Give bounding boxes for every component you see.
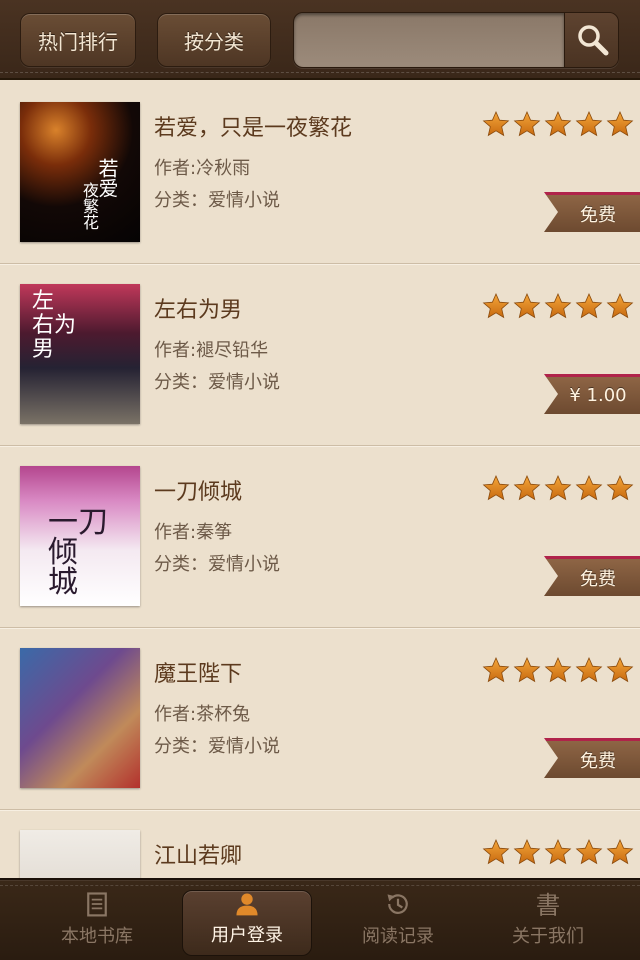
book-title: 魔王陛下 xyxy=(154,662,243,687)
star-icon xyxy=(513,110,541,138)
star-icon xyxy=(482,292,510,320)
search-button[interactable] xyxy=(564,13,618,67)
star-icon xyxy=(575,656,603,684)
tab-label: 阅读记录 xyxy=(362,926,434,947)
book-row[interactable]: 江山若卿 xyxy=(0,810,640,878)
star-icon xyxy=(606,292,634,320)
book-cover: 若爱 夜繁花 xyxy=(20,102,140,242)
history-icon xyxy=(387,894,408,914)
star-icon xyxy=(544,292,572,320)
book-cover xyxy=(20,648,140,788)
star-icon xyxy=(544,110,572,138)
star-icon xyxy=(513,292,541,320)
star-icon xyxy=(575,474,603,502)
book-author: 作者:茶杯兔 xyxy=(154,704,251,725)
star-icon xyxy=(482,656,510,684)
star-icon xyxy=(513,656,541,684)
star-icon xyxy=(513,474,541,502)
star-icon xyxy=(544,838,572,866)
star-icon xyxy=(606,656,634,684)
star-icon xyxy=(606,474,634,502)
book-title: 一刀倾城 xyxy=(154,480,243,505)
search-bar xyxy=(293,12,619,68)
star-icon xyxy=(482,110,510,138)
tab-label: 关于我们 xyxy=(512,926,584,947)
book-row[interactable]: 一刀倾城 一刀倾城 作者:秦筝 分类：爱情小说 免费 xyxy=(0,446,640,629)
book-cover xyxy=(20,830,140,878)
rating-stars xyxy=(482,292,634,320)
book-category: 分类：爱情小说 xyxy=(154,190,280,211)
star-icon xyxy=(482,838,510,866)
book-row[interactable]: 左右为男 左右为男 作者:褪尽铅华 分类：爱情小说 ¥ 1.00 xyxy=(0,264,640,447)
book-cover: 一刀倾城 xyxy=(20,466,140,606)
star-icon xyxy=(482,474,510,502)
tab-local-library[interactable]: 本地书库 xyxy=(32,890,162,956)
svg-text:書: 書 xyxy=(536,891,561,918)
book-category: 分类：爱情小说 xyxy=(154,554,280,575)
search-input[interactable] xyxy=(294,13,564,67)
book-title: 左右为男 xyxy=(154,298,243,323)
star-icon xyxy=(606,838,634,866)
user-icon xyxy=(236,893,258,916)
tab-label: 本地书库 xyxy=(61,926,133,947)
star-icon xyxy=(606,110,634,138)
by-category-button[interactable]: 按分类 xyxy=(157,13,271,67)
book-list: 若爱 夜繁花 若爱，只是一夜繁花 作者:冷秋雨 分类：爱情小说 免费 左右为男 … xyxy=(0,82,640,878)
hot-rank-button[interactable]: 热门排行 xyxy=(20,13,136,67)
book-title: 若爱，只是一夜繁花 xyxy=(154,116,353,141)
book-author: 作者:褪尽铅华 xyxy=(154,340,269,361)
about-icon: 書 xyxy=(536,891,561,918)
book-author: 作者:秦筝 xyxy=(154,522,233,543)
star-icon xyxy=(544,656,572,684)
tab-about-us[interactable]: 書 关于我们 xyxy=(483,890,613,956)
tab-label: 用户登录 xyxy=(211,925,283,946)
price-tag[interactable]: 免费 xyxy=(544,556,640,596)
price-tag[interactable]: 免费 xyxy=(544,192,640,232)
star-icon xyxy=(513,838,541,866)
search-icon xyxy=(577,25,608,56)
tab-user-login[interactable]: 用户登录 xyxy=(182,890,312,956)
rating-stars xyxy=(482,838,634,866)
book-row[interactable]: 若爱 夜繁花 若爱，只是一夜繁花 作者:冷秋雨 分类：爱情小说 免费 xyxy=(0,82,640,265)
rating-stars xyxy=(482,110,634,138)
star-icon xyxy=(575,838,603,866)
top-bar: 热门排行 按分类 xyxy=(0,0,640,80)
book-row[interactable]: 魔王陛下 作者:茶杯兔 分类：爱情小说 免费 xyxy=(0,628,640,811)
book-category: 分类：爱情小说 xyxy=(154,736,280,757)
bookshelf-icon xyxy=(87,892,107,917)
tab-reading-history[interactable]: 阅读记录 xyxy=(333,890,463,956)
price-tag[interactable]: 免费 xyxy=(544,738,640,778)
bottom-tab-bar: 本地书库 用户登录 阅读记录 書 关于我们 xyxy=(0,878,640,960)
rating-stars xyxy=(482,656,634,684)
rating-stars xyxy=(482,474,634,502)
book-category: 分类：爱情小说 xyxy=(154,372,280,393)
book-author: 作者:冷秋雨 xyxy=(154,158,251,179)
star-icon xyxy=(544,474,572,502)
star-icon xyxy=(575,292,603,320)
star-icon xyxy=(575,110,603,138)
book-title: 江山若卿 xyxy=(154,844,243,869)
price-tag[interactable]: ¥ 1.00 xyxy=(544,374,640,414)
book-cover: 左右为男 xyxy=(20,284,140,424)
